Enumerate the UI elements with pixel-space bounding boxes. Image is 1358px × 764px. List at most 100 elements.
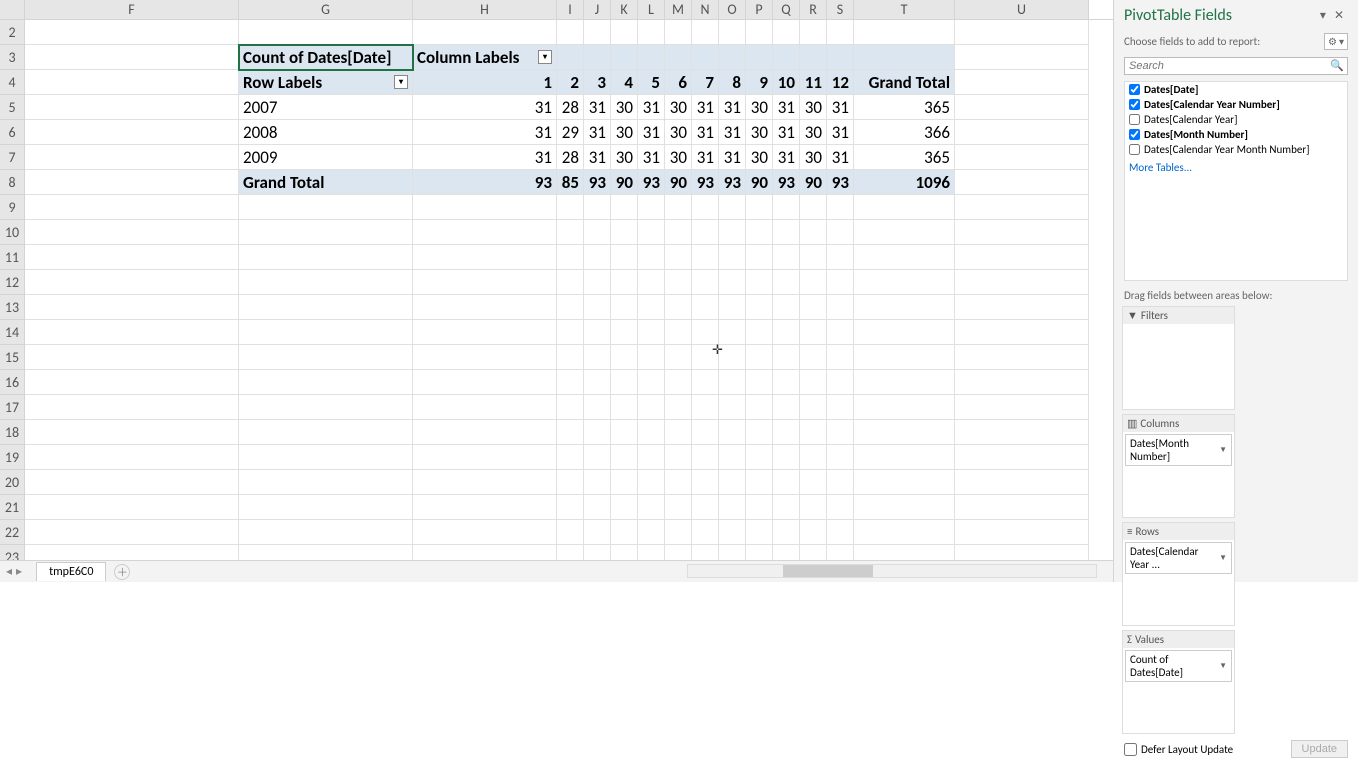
cell[interactable] — [584, 295, 611, 320]
pivot-col-total[interactable]: 90 — [800, 170, 827, 195]
cell[interactable] — [719, 420, 746, 445]
cell[interactable] — [692, 20, 719, 45]
cell[interactable] — [638, 20, 665, 45]
cell[interactable] — [800, 420, 827, 445]
cell[interactable] — [719, 345, 746, 370]
pivot-value[interactable]: 28 — [557, 95, 584, 120]
pivot-row-total[interactable]: 365 — [854, 145, 955, 170]
cell[interactable] — [584, 395, 611, 420]
cell[interactable] — [665, 245, 692, 270]
cell[interactable] — [557, 370, 584, 395]
cell[interactable] — [719, 220, 746, 245]
column-header[interactable]: U — [955, 0, 1089, 19]
cell[interactable] — [413, 445, 557, 470]
cell[interactable] — [25, 395, 239, 420]
cell[interactable] — [611, 320, 638, 345]
cell[interactable] — [638, 45, 665, 70]
cell[interactable] — [557, 20, 584, 45]
cell[interactable] — [692, 520, 719, 545]
cell[interactable] — [413, 320, 557, 345]
rows-area[interactable]: ≡Rows Dates[Calendar Year ...▼ — [1122, 522, 1235, 626]
pivot-value[interactable]: 31 — [827, 120, 854, 145]
columns-area[interactable]: ▥Columns Dates[Month Number]▼ — [1122, 414, 1235, 518]
pivot-value[interactable]: 30 — [746, 120, 773, 145]
filters-area[interactable]: ▼Filters — [1122, 306, 1235, 410]
cell[interactable] — [239, 370, 413, 395]
cell[interactable] — [239, 445, 413, 470]
cell[interactable] — [955, 70, 1089, 95]
pivot-col-total[interactable]: 93 — [584, 170, 611, 195]
cell[interactable] — [413, 470, 557, 495]
cell[interactable] — [25, 345, 239, 370]
cell[interactable] — [611, 270, 638, 295]
pivot-col-header[interactable]: 5 — [638, 70, 665, 95]
pivot-value[interactable]: 31 — [584, 145, 611, 170]
field-list[interactable]: Dates[Date]Dates[Calendar Year Number]Da… — [1124, 81, 1348, 281]
filter-dropdown-icon[interactable]: ▾ — [538, 50, 552, 64]
pivot-col-total[interactable]: 93 — [413, 170, 557, 195]
cell[interactable] — [638, 495, 665, 520]
cell[interactable] — [557, 395, 584, 420]
cell[interactable] — [557, 195, 584, 220]
pivot-value[interactable]: 29 — [557, 120, 584, 145]
field-item[interactable]: Dates[Date] — [1125, 82, 1347, 97]
column-header[interactable]: N — [692, 0, 719, 19]
cell[interactable] — [692, 195, 719, 220]
cell[interactable] — [584, 520, 611, 545]
cell[interactable] — [854, 445, 955, 470]
pivot-value[interactable]: 31 — [719, 120, 746, 145]
cell[interactable] — [854, 545, 955, 560]
column-header[interactable]: M — [665, 0, 692, 19]
cell[interactable] — [638, 345, 665, 370]
cell[interactable] — [611, 395, 638, 420]
cell[interactable] — [25, 370, 239, 395]
cell[interactable] — [800, 20, 827, 45]
horizontal-scrollbar[interactable] — [687, 564, 1097, 580]
pivot-col-total[interactable]: 93 — [719, 170, 746, 195]
pivot-value[interactable]: 31 — [413, 95, 557, 120]
cell[interactable] — [557, 445, 584, 470]
defer-checkbox[interactable] — [1124, 743, 1137, 756]
cell[interactable] — [665, 445, 692, 470]
row-header[interactable]: 7 — [0, 145, 25, 170]
cell[interactable] — [611, 20, 638, 45]
cell[interactable] — [557, 470, 584, 495]
pivot-col-header[interactable]: 1 — [413, 70, 557, 95]
cell[interactable] — [854, 295, 955, 320]
cell[interactable] — [773, 370, 800, 395]
cell[interactable] — [854, 195, 955, 220]
cell[interactable] — [25, 120, 239, 145]
cell[interactable] — [854, 470, 955, 495]
cell[interactable] — [746, 420, 773, 445]
cell[interactable] — [557, 495, 584, 520]
cell[interactable] — [239, 270, 413, 295]
cell[interactable] — [611, 445, 638, 470]
row-header[interactable]: 19 — [0, 445, 25, 470]
rows-area-item[interactable]: Dates[Calendar Year ...▼ — [1125, 542, 1232, 574]
column-header[interactable]: Q — [773, 0, 800, 19]
pivot-col-header[interactable]: 8 — [719, 70, 746, 95]
cell[interactable] — [692, 345, 719, 370]
cell[interactable] — [665, 520, 692, 545]
field-item[interactable]: Dates[Calendar Year Number] — [1125, 97, 1347, 112]
row-header[interactable]: 18 — [0, 420, 25, 445]
row-header[interactable]: 17 — [0, 395, 25, 420]
cell[interactable] — [854, 420, 955, 445]
column-header[interactable]: R — [800, 0, 827, 19]
cell[interactable] — [611, 195, 638, 220]
cell[interactable] — [955, 145, 1089, 170]
chevron-down-icon[interactable]: ▼ — [1219, 661, 1227, 671]
cell[interactable] — [692, 270, 719, 295]
cell[interactable] — [854, 20, 955, 45]
cell[interactable] — [665, 220, 692, 245]
cell[interactable] — [800, 195, 827, 220]
cell[interactable] — [800, 370, 827, 395]
cell[interactable] — [827, 295, 854, 320]
cell[interactable] — [665, 345, 692, 370]
cell[interactable] — [557, 420, 584, 445]
cell[interactable] — [611, 345, 638, 370]
cell[interactable] — [557, 345, 584, 370]
add-sheet-button[interactable]: ＋ — [114, 564, 130, 580]
field-checkbox[interactable] — [1129, 144, 1140, 155]
pivot-grand-total-header[interactable]: Grand Total — [854, 70, 955, 95]
